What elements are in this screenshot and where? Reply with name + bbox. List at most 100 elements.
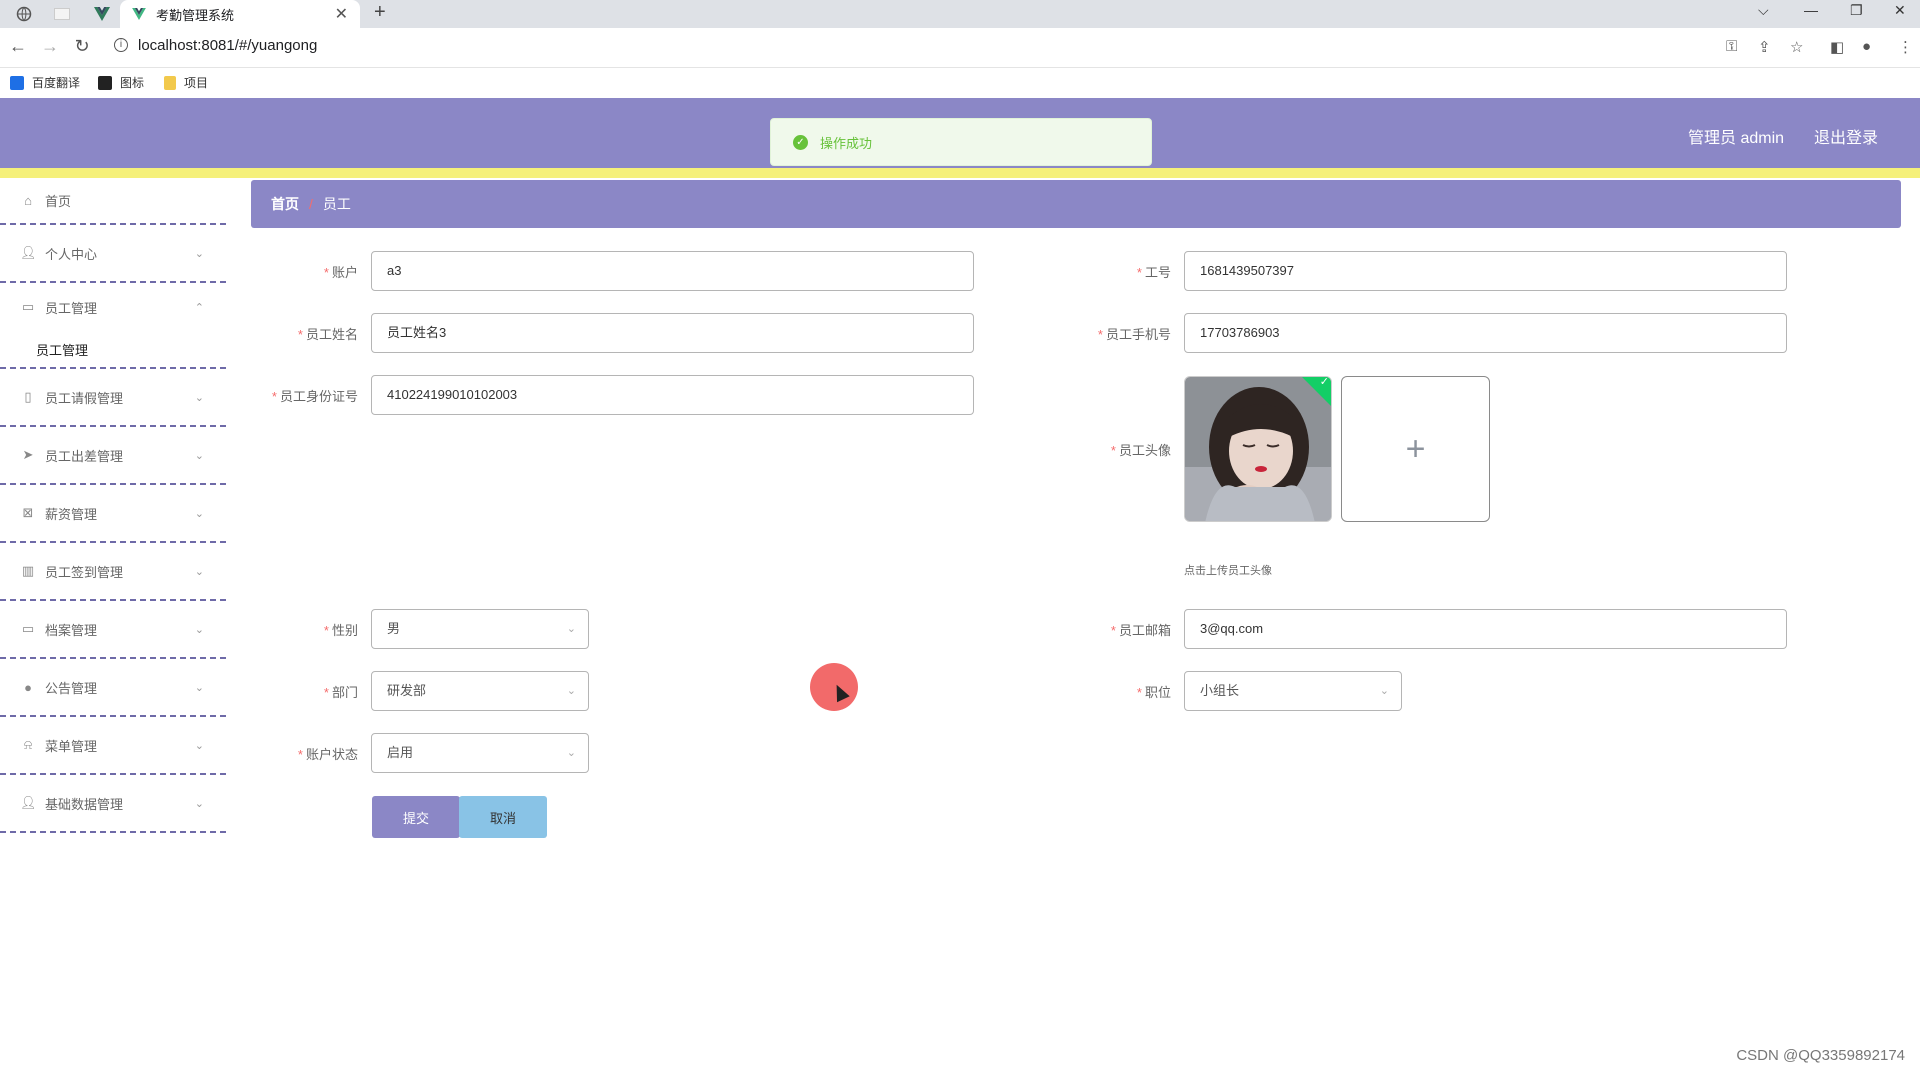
user-icon: 👤︎	[20, 245, 37, 260]
sidepanel-icon[interactable]: ◧	[1830, 38, 1844, 56]
chevron-down-icon: ⌄	[194, 681, 204, 694]
gender-label: * 性别	[323, 623, 358, 638]
sidebar-item-archive-management[interactable]: ▭ 档案管理 ⌄	[0, 601, 226, 659]
chevron-down-icon: ⌄	[566, 623, 576, 635]
avatar-thumbnail[interactable]: ✓	[1184, 376, 1332, 522]
sidebar-item-home[interactable]: ⌂ 首页	[0, 178, 226, 225]
sidebar-item-label: 个人中心	[45, 246, 98, 262]
sidebar-item-label: 员工签到管理	[45, 564, 124, 580]
forward-icon[interactable]: →	[38, 36, 62, 57]
profile-icon[interactable]: ●	[1862, 38, 1871, 55]
sidebar: ⌂ 首页 👤︎ 个人中心 ⌄ ▭ 员工管理 ⌃ 员工管理 ▯ 员工请假管理 ⌄ …	[0, 178, 226, 1072]
page-icon	[54, 8, 70, 20]
sidebar-item-personal-center[interactable]: 👤︎ 个人中心 ⌄	[0, 225, 226, 283]
sidebar-item-label: 薪资管理	[45, 506, 98, 522]
breadcrumb-home[interactable]: 首页	[271, 194, 299, 214]
account-input[interactable]: a3	[371, 251, 974, 291]
money-icon: ⊠	[22, 505, 34, 520]
sidebar-item-leave-management[interactable]: ▯ 员工请假管理 ⌄	[0, 369, 226, 427]
tab-globe[interactable]	[10, 2, 38, 26]
bookmark-item[interactable]: 百度翻译	[10, 74, 80, 91]
check-icon: ✓	[1319, 376, 1329, 389]
department-select[interactable]: 研发部 ⌄	[371, 671, 589, 711]
bookmarks-bar: 百度翻译 图标 项目	[0, 68, 1920, 98]
avatar-upload-button[interactable]: +	[1341, 376, 1490, 522]
tab-vue[interactable]	[88, 2, 116, 26]
logout-link[interactable]: 退出登录	[1814, 124, 1878, 148]
sidebar-item-label: 员工管理	[45, 300, 98, 316]
tab-search-icon[interactable]: ⌵	[1758, 2, 1769, 19]
sidebar-item-label: 菜单管理	[45, 738, 98, 754]
bookmark-item[interactable]: 图标	[98, 74, 144, 91]
share-icon[interactable]: ⇪	[1758, 38, 1771, 56]
new-tab-button[interactable]: +	[374, 1, 386, 24]
sidebar-item-label: 基础数据管理	[45, 796, 124, 812]
sidebar-item-label: 员工出差管理	[45, 448, 124, 464]
chevron-down-icon: ⌄	[194, 623, 204, 636]
close-tab-icon[interactable]: ✕	[335, 4, 348, 24]
account-status-label: * 账户状态	[297, 747, 358, 762]
watermark: CSDN @QQ3359892174	[1736, 1047, 1905, 1064]
sidebar-item-notice-management[interactable]: ● 公告管理 ⌄	[0, 659, 226, 717]
home-icon: ⌂	[24, 193, 32, 208]
plus-icon: +	[1405, 429, 1426, 468]
chevron-down-icon: ⌄	[194, 449, 204, 462]
chevron-down-icon: ⌄	[566, 685, 576, 697]
sidebar-item-sign-in-management[interactable]: ▥ 员工签到管理 ⌄	[0, 543, 226, 601]
breadcrumb-separator: /	[309, 196, 313, 212]
sidebar-item-menu-management[interactable]: ⍾ 菜单管理 ⌄	[0, 717, 226, 775]
phone-input[interactable]: 17703786903	[1184, 313, 1787, 353]
avatar-label: * 员工头像	[1110, 443, 1171, 458]
chart-icon: ▥	[21, 563, 35, 578]
sidebar-item-employee-management[interactable]: ▭ 员工管理 ⌃	[0, 283, 226, 331]
bulb-icon: ●	[24, 679, 32, 695]
gender-select[interactable]: 男 ⌄	[371, 609, 589, 649]
back-icon[interactable]: ←	[6, 36, 30, 57]
browser-tab-bar: 考勤管理系统 ✕ + ⌵ — ❐ ✕	[0, 0, 1920, 28]
close-window-button[interactable]: ✕	[1894, 2, 1906, 19]
id-card-input[interactable]: 410224199010102003	[371, 375, 974, 415]
employee-no-input[interactable]: 1681439507397	[1184, 251, 1787, 291]
sidebar-item-label: 档案管理	[45, 622, 98, 638]
restore-button[interactable]: ❐	[1850, 2, 1863, 19]
chevron-down-icon: ⌄	[194, 247, 204, 260]
success-toast: ✓ 操作成功	[770, 118, 1152, 166]
send-icon: ➤	[22, 447, 34, 462]
info-icon[interactable]: i	[114, 38, 128, 52]
tab-blank[interactable]	[48, 2, 76, 26]
menu-kebab-icon[interactable]: ⋮	[1898, 38, 1913, 56]
account-label: * 账户	[323, 265, 358, 280]
check-circle-icon: ✓	[793, 134, 808, 150]
account-status-select[interactable]: 启用 ⌄	[371, 733, 589, 773]
email-input[interactable]: 3@qq.com	[1184, 609, 1787, 649]
translate-icon	[10, 75, 24, 90]
reload-icon[interactable]: ↻	[70, 36, 94, 57]
folder-icon	[164, 75, 176, 90]
star-icon[interactable]: ☆	[1790, 38, 1803, 56]
header-accent-line	[0, 168, 1920, 178]
key-icon[interactable]: ⚿	[1726, 38, 1737, 55]
medal-icon: ▯	[24, 389, 32, 404]
sidebar-item-label: 员工请假管理	[45, 390, 124, 406]
employee-no-label: * 工号	[1136, 265, 1171, 280]
tab-active[interactable]: 考勤管理系统 ✕	[120, 0, 360, 28]
sidebar-item-label: 首页	[45, 194, 72, 209]
url-input[interactable]: localhost:8081/#/yuangong	[138, 37, 317, 54]
cancel-button[interactable]: 取消	[459, 796, 547, 838]
sidebar-item-basic-data-management[interactable]: 👤︎ 基础数据管理 ⌄	[0, 775, 226, 833]
chevron-down-icon: ⌄	[1379, 685, 1389, 697]
sidebar-subitem-employee-management[interactable]: 员工管理	[0, 331, 226, 369]
employee-name-input[interactable]: 员工姓名3	[371, 313, 974, 353]
toast-message: 操作成功	[820, 135, 873, 151]
position-select[interactable]: 小组长 ⌄	[1184, 671, 1402, 711]
chevron-up-icon: ⌃	[194, 301, 204, 314]
sidebar-item-business-trip-management[interactable]: ➤ 员工出差管理 ⌄	[0, 427, 226, 485]
chevron-down-icon: ⌄	[194, 507, 204, 520]
submit-button[interactable]: 提交	[372, 796, 460, 838]
chevron-down-icon: ⌄	[566, 747, 576, 759]
sidebar-item-salary-management[interactable]: ⊠ 薪资管理 ⌄	[0, 485, 226, 543]
bookmark-item[interactable]: 项目	[164, 74, 208, 91]
minimize-button[interactable]: —	[1804, 2, 1818, 18]
id-card-label: * 员工身份证号	[271, 389, 358, 404]
employee-name-label: * 员工姓名	[297, 327, 358, 342]
